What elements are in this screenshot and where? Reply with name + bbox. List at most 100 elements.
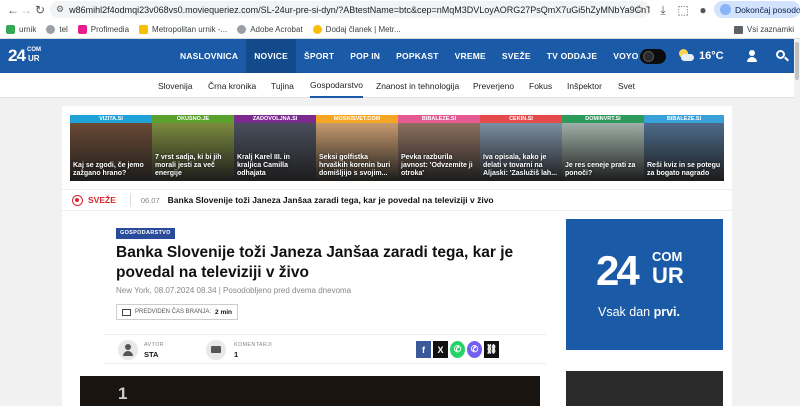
author-name[interactable]: STA [144,350,158,359]
bookmark-item[interactable]: Metropolitan urnik -... [139,25,227,34]
bookmark-item[interactable]: Profimedia [77,25,129,34]
ad-logo-24: 24 [596,247,640,294]
main-nav: NASLOVNICA NOVICE ŠPORT POP IN POPKAST V… [172,39,647,73]
user-icon[interactable] [746,50,758,62]
article-meta: New York, 08.07.2024 08.34 | Posodobljen… [116,286,352,295]
nav-popkast[interactable]: POPKAST [388,39,447,73]
nav-sport[interactable]: ŠPORT [296,39,342,73]
bookmark-star-icon[interactable]: ☆ [635,4,644,15]
card-title: Seksi golfistka hrvaških korenin buri do… [319,154,391,177]
share-x-icon[interactable]: X [433,341,448,358]
partner-card[interactable]: DOMINVRT.SI Je res ceneje prati za ponoči… [562,115,644,181]
ad-slogan: Vsak dan prvi. [598,305,681,319]
subnav-fokus[interactable]: Fokus [529,73,552,98]
card-title: Kralj Karel III. in kraljica Camilla odh… [237,154,290,177]
subnav-preverjeno[interactable]: Preverjeno [473,73,514,98]
secondary-banner[interactable] [566,371,723,406]
share-whatsapp-icon[interactable]: ✆ [450,341,465,358]
live-icon [72,194,83,206]
download-icon[interactable]: ⤓ [655,1,671,19]
toolbar-right: ⤓ ⬚ ● [655,1,711,19]
subnav-znanost[interactable]: Znanost in tehnologija [376,73,459,98]
breaking-date: 06.07 [140,195,160,205]
partner-card[interactable]: ZADOVOLJNA.SI Kralj Karel III. in kraljic… [234,115,316,181]
subnav-inspektor[interactable]: Inšpektor [567,73,602,98]
bookmark-item[interactable]: tel [46,25,68,34]
nav-sveze[interactable]: SVEŽE [494,39,539,73]
comments-label: KOMENTARJI [234,342,273,348]
subnav-crna-kronika[interactable]: Črna kronika [208,73,256,98]
nav-tv-oddaje[interactable]: TV ODDAJE [539,39,605,73]
promo-banner[interactable]: 24 COM UR Vsak dan prvi. [566,219,723,350]
extensions-icon[interactable]: ⬚ [675,1,691,19]
share-facebook-icon[interactable]: f [416,341,431,358]
category-tag[interactable]: GOSPODARSTVO [116,228,175,239]
address-bar[interactable]: ⚙ w86mihl2f4odmqi23v068vs0.moviequeriez.… [50,1,650,18]
dark-mode-toggle[interactable] [640,48,666,64]
bookmark-item[interactable]: Adobe Acrobat [237,25,303,34]
card-title: Pevka razburila javnost: 'Odvzemite ji o… [401,154,473,177]
site-logo[interactable]: 24 COM UR [8,44,41,68]
share-viber-icon[interactable]: ✆ [467,341,482,358]
reload-icon[interactable]: ↻ [31,1,49,19]
article-video[interactable]: 1 [80,376,540,406]
search-icon[interactable] [775,50,789,62]
card-title: Je res ceneje prati za ponoči? [565,162,636,177]
partner-card[interactable]: VIZITA.SI Kaj se zgodi, če jemo zažgano h… [70,115,152,181]
comment-icon[interactable] [206,340,226,360]
partner-card[interactable]: CEKIN.SI Iva opisala, kako je delati v to… [480,115,562,181]
partner-cards: VIZITA.SI Kaj se zgodi, če jemo zažgano h… [70,115,724,181]
video-overlay-number: 1 [118,384,128,403]
ad-logo-com: COM [652,249,683,264]
sub-nav: Slovenija Črna kronika Tujina Gospodarst… [0,73,794,98]
article-title: Banka Slovenije toži Janeza Janšaa zarad… [116,244,514,281]
globe-icon [46,25,56,34]
partner-card[interactable]: OKUSNO.JE 7 vrst sadja, ki bi jih morali … [152,115,234,181]
scrollbar-thumb[interactable] [795,42,799,80]
partner-card[interactable]: BIBALEZE.SI Reši kviz in se potegu za bog… [644,115,724,181]
site-header: 24 COM UR NASLOVNICA NOVICE ŠPORT POP IN… [0,39,794,73]
drive-icon [6,25,15,34]
nav-novice[interactable]: NOVICE [246,39,296,73]
card-source: BIBALEZE.SI [398,115,480,123]
breaking-news-bar[interactable]: SVEŽE 06.07 Banka Slovenije toži Janeza … [62,189,732,211]
author-label: AVTOR [144,342,164,348]
profile-avatar [720,4,731,15]
subnav-slovenija[interactable]: Slovenija [158,73,193,98]
url-text: w86mihl2f4odmqi23v068vs0.moviequeriez.co… [69,4,650,15]
share-buttons: f X ✆ ✆ ⛓ [416,341,499,358]
toggle-knob [643,50,654,62]
partner-card[interactable]: MOSKISVET.COM Seksi golfistka hrvaških ko… [316,115,398,181]
read-time-label: PREDVIDEN ČAS BRANJA: [135,309,212,315]
subnav-tujina[interactable]: Tujina [271,73,294,98]
weather-icon[interactable] [678,48,694,64]
breaking-headline[interactable]: Banka Slovenije toži Janeza Janšaa zarad… [168,195,494,205]
metro-icon [312,25,322,34]
bookmark-item[interactable]: Dodaj članek | Metr... [312,25,401,34]
divider [129,193,131,207]
nav-vreme[interactable]: VREME [447,39,494,73]
folder-icon [733,25,743,34]
metropolitan-icon [139,25,149,34]
breaking-label: SVEŽE [88,195,116,205]
share-link-icon[interactable]: ⛓ [484,341,499,358]
profile-dot-icon[interactable]: ● [695,1,711,19]
card-title: Kaj se zgodi, če jemo zažgano hrano? [73,162,144,177]
update-button[interactable]: Dokončaj posodobitev [714,1,800,18]
all-bookmarks[interactable]: Vsi zaznamki [733,25,794,34]
bookmark-item[interactable]: urnik [6,25,36,34]
comments-count[interactable]: 1 [234,350,238,359]
nav-pop-in[interactable]: POP IN [342,39,388,73]
card-source: BIBALEZE.SI [644,115,724,123]
card-title: Reši kviz in se potegu za bogato nagrado [647,162,721,177]
site-info-icon[interactable]: ⚙ [56,4,64,15]
card-source: ZADOVOLJNA.SI [234,115,316,123]
ad-logo-ur: UR [652,263,684,288]
subnav-svet[interactable]: Svet [618,73,635,98]
partner-card[interactable]: BIBALEZE.SI Pevka razburila javnost: 'Odv… [398,115,480,181]
subnav-gospodarstvo[interactable]: Gospodarstvo [310,73,363,98]
temperature[interactable]: 16°C [699,50,724,62]
author-avatar-icon [118,340,138,360]
nav-naslovnica[interactable]: NASLOVNICA [172,39,246,73]
page-scrollbar[interactable] [794,39,800,406]
